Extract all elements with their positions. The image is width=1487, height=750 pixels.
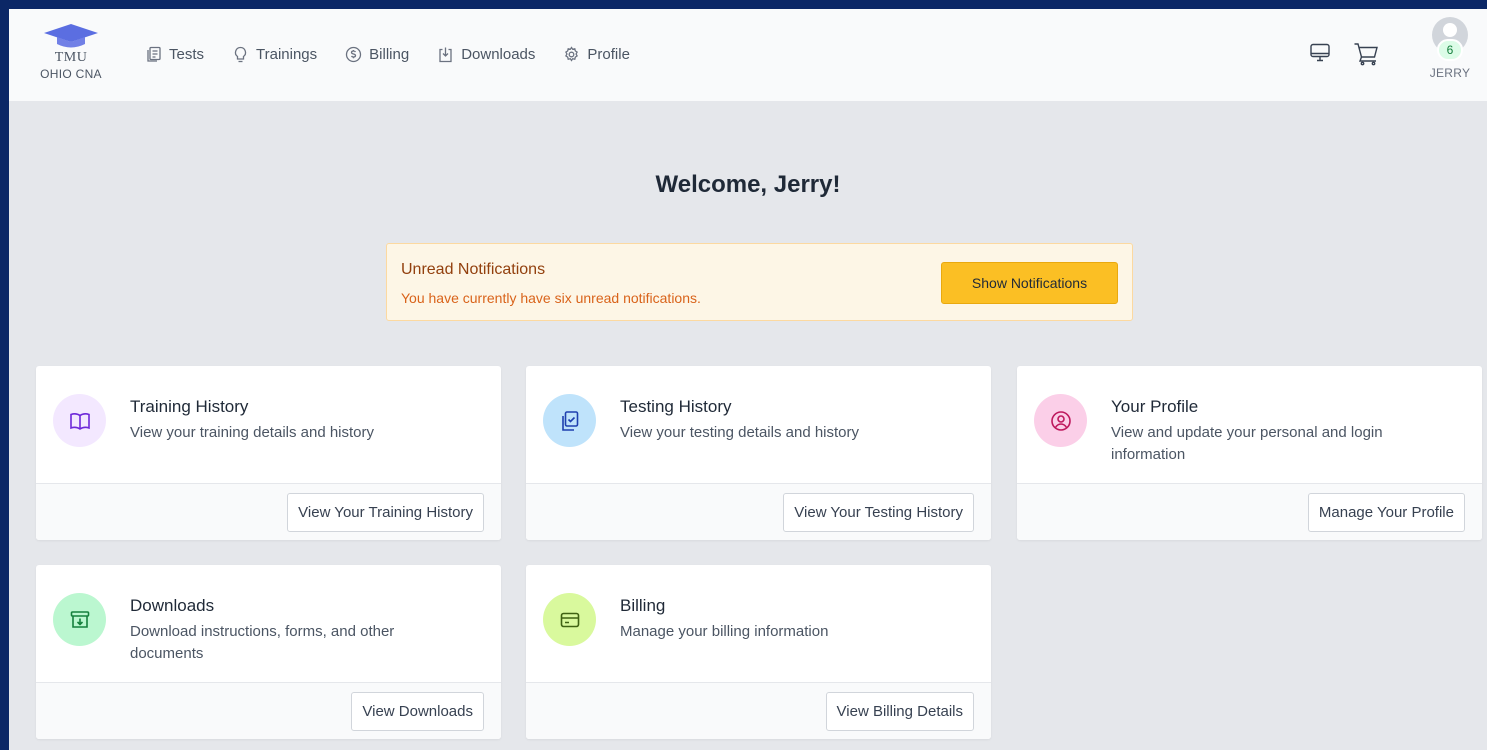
nav-trainings-label: Trainings [256, 46, 318, 63]
nav-profile[interactable]: Profile [563, 46, 630, 63]
card-footer: View Your Testing History [526, 483, 991, 540]
card-training-history: Training History View your training deta… [36, 366, 501, 540]
user-menu[interactable]: 6 JERRY [1427, 17, 1473, 80]
view-training-history-button[interactable]: View Your Training History [287, 493, 484, 532]
notification-title: Unread Notifications [401, 261, 546, 278]
view-downloads-button[interactable]: View Downloads [351, 692, 484, 731]
gear-icon [565, 46, 579, 62]
book-icon [69, 412, 90, 430]
notification-banner: Unread Notifications You have currently … [386, 243, 1133, 321]
top-navigation-bar: TMU OHIO CNA Tests Trainings Billing Dow… [9, 9, 1487, 102]
card-your-profile: Your Profile View and update your person… [1017, 366, 1482, 540]
brand-subtitle: OHIO CNA [40, 67, 102, 81]
card-title: Billing [620, 596, 666, 615]
credit-card-icon [560, 612, 579, 627]
main-nav: Tests Trainings Billing Downloads Profil… [145, 46, 658, 63]
tests-icon [147, 46, 161, 62]
card-footer: View Downloads [36, 682, 501, 739]
username: JERRY [1429, 66, 1471, 80]
nav-profile-label: Profile [587, 46, 630, 63]
card-footer: View Billing Details [526, 682, 991, 739]
profile-icon-circle [1034, 394, 1087, 447]
lightbulb-icon [234, 46, 247, 63]
monitor-icon[interactable] [1309, 42, 1331, 64]
user-circle-icon [1050, 410, 1071, 431]
graduation-cap-icon [44, 24, 98, 48]
card-title: Your Profile [1111, 397, 1199, 416]
card-billing: Billing Manage your billing information … [526, 565, 991, 739]
testing-icon-circle [543, 394, 596, 447]
nav-tests[interactable]: Tests [145, 46, 204, 63]
dollar-icon [346, 46, 362, 63]
nav-trainings[interactable]: Trainings [232, 46, 317, 63]
nav-downloads[interactable]: Downloads [437, 46, 535, 63]
notification-text: You have currently have six unread notif… [401, 290, 701, 306]
card-description: Manage your billing information [620, 623, 829, 640]
view-testing-history-button[interactable]: View Your Testing History [783, 493, 974, 532]
brand-logo[interactable]: TMU OHIO CNA [33, 23, 109, 81]
card-description: View your training details and history [130, 424, 375, 441]
card-downloads: Downloads Download instructions, forms, … [36, 565, 501, 739]
header-actions [1287, 42, 1379, 66]
card-description: Download instructions, forms, and other … [130, 623, 395, 662]
nav-billing-label: Billing [369, 46, 410, 63]
notification-count-badge: 6 [1437, 39, 1463, 61]
card-title: Training History [130, 397, 249, 416]
brand-name: TMU [54, 50, 88, 65]
nav-downloads-label: Downloads [461, 46, 536, 63]
card-footer: View Your Training History [36, 483, 501, 540]
nav-billing[interactable]: Billing [345, 46, 409, 63]
show-notifications-button[interactable]: Show Notifications [941, 262, 1118, 304]
card-testing-history: Testing History View your testing detail… [526, 366, 991, 540]
card-footer: Manage Your Profile [1017, 483, 1482, 540]
billing-icon-circle [543, 593, 596, 646]
manage-profile-button[interactable]: Manage Your Profile [1307, 493, 1465, 532]
page-title: Welcome, Jerry! [655, 171, 841, 198]
card-description: View your testing details and history [620, 424, 860, 441]
archive-download-icon [70, 610, 89, 628]
training-icon-circle [53, 394, 106, 447]
clipboard-check-icon [561, 410, 578, 431]
nav-tests-label: Tests [169, 46, 205, 63]
download-icon [439, 47, 452, 63]
app-frame: TMU OHIO CNA Tests Trainings Billing Dow… [0, 0, 1487, 750]
cart-icon[interactable] [1353, 42, 1379, 66]
card-title: Testing History [620, 397, 732, 416]
card-title: Downloads [130, 596, 215, 615]
view-billing-details-button[interactable]: View Billing Details [825, 692, 974, 731]
card-description: View and update your personal and login … [1111, 424, 1383, 463]
downloads-icon-circle [53, 593, 106, 646]
